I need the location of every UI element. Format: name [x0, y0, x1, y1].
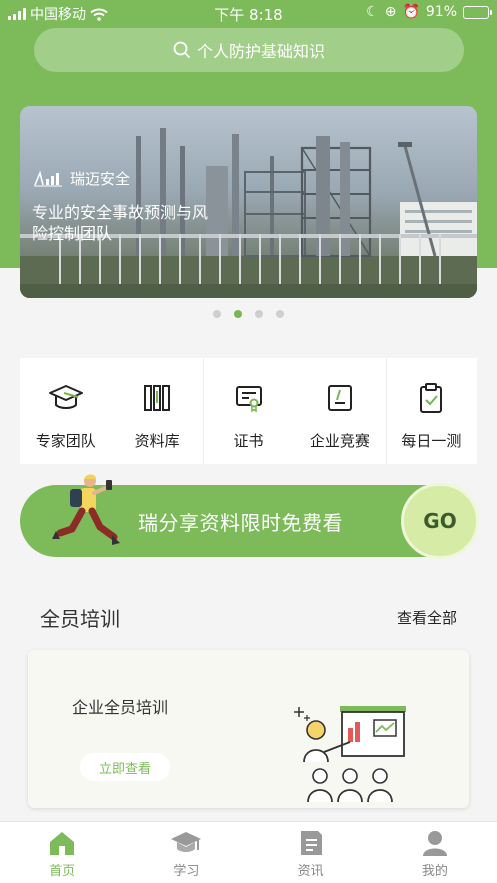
tab-news[interactable]: 资讯: [249, 822, 373, 883]
books-icon: [144, 385, 171, 411]
certificate-icon: [235, 386, 262, 413]
tab-mine[interactable]: 我的: [373, 822, 497, 883]
tab-home[interactable]: 首页: [0, 822, 124, 883]
promo-banner[interactable]: 瑞分享资料限时免费看 GO: [20, 474, 479, 559]
runner-illustration: [52, 474, 120, 545]
battery-icon: [463, 5, 492, 19]
clipboard-check-icon: [420, 383, 443, 413]
tab-label: 学习: [173, 864, 200, 879]
func-library[interactable]: 资料库: [111, 358, 202, 464]
lock-rotation-icon: ⊕: [384, 4, 397, 20]
func-label: 证书: [233, 432, 264, 450]
banner-slogan: 专业的安全事故预测与风险控制团队: [32, 203, 209, 243]
view-all-link[interactable]: 查看全部: [397, 607, 457, 628]
carousel-indicator: [0, 310, 497, 318]
tab-bar: 首页 学习 资讯 我的: [0, 821, 497, 883]
study-cap-icon: [171, 832, 202, 852]
carousel-dot[interactable]: [213, 310, 221, 318]
moon-icon: ☾: [366, 4, 379, 20]
tab-label: 我的: [421, 864, 448, 879]
func-expert-team[interactable]: 专家团队: [20, 358, 111, 464]
search-icon: [173, 41, 191, 59]
view-now-button[interactable]: 立即查看: [80, 753, 170, 781]
search-bar[interactable]: 个人防护基础知识: [34, 28, 464, 72]
graduation-cap-icon: [48, 385, 83, 409]
card-title: 企业全员培训: [72, 698, 169, 717]
search-placeholder: 个人防护基础知识: [196, 42, 325, 61]
func-label: 企业竞赛: [309, 432, 370, 450]
func-label: 专家团队: [35, 432, 96, 450]
contest-icon: [327, 385, 352, 411]
carousel-dot-active[interactable]: [234, 310, 242, 318]
banner-brand-name: 瑞迈安全: [70, 170, 131, 188]
status-bar: 中国移动 下午 8:18 ☾ ⊕ ⏰ 91%: [0, 0, 497, 26]
func-contest[interactable]: 企业竞赛: [294, 358, 385, 464]
news-icon: [300, 831, 322, 855]
battery-percent: 91%: [425, 4, 457, 20]
alarm-icon: ⏰: [402, 4, 420, 20]
go-button[interactable]: GO: [401, 483, 479, 559]
tab-label: 资讯: [297, 864, 324, 879]
training-illustration: [294, 706, 406, 803]
func-certificate[interactable]: 证书: [202, 358, 294, 464]
carousel-dot[interactable]: [276, 310, 284, 318]
carousel-dot[interactable]: [255, 310, 263, 318]
tab-label: 首页: [49, 864, 76, 879]
banner-brand: 瑞迈安全: [34, 168, 130, 189]
home-icon: [50, 832, 75, 855]
function-menu: 专家团队 资料库 证书 企业竞赛 每日一测: [20, 358, 477, 464]
training-card[interactable]: 企业全员培训 立即查看: [28, 650, 469, 808]
promo-text: 瑞分享资料限时免费看: [138, 511, 343, 535]
func-daily-test[interactable]: 每日一测: [385, 358, 477, 464]
banner-carousel[interactable]: 瑞迈安全 专业的安全事故预测与风险控制团队: [20, 106, 477, 298]
brand-logo-icon: [34, 170, 62, 186]
section-title: 全员培训: [40, 607, 120, 631]
tab-study[interactable]: 学习: [124, 822, 248, 883]
func-label: 每日一测: [401, 432, 462, 450]
user-icon: [422, 831, 447, 856]
func-label: 资料库: [134, 432, 180, 450]
